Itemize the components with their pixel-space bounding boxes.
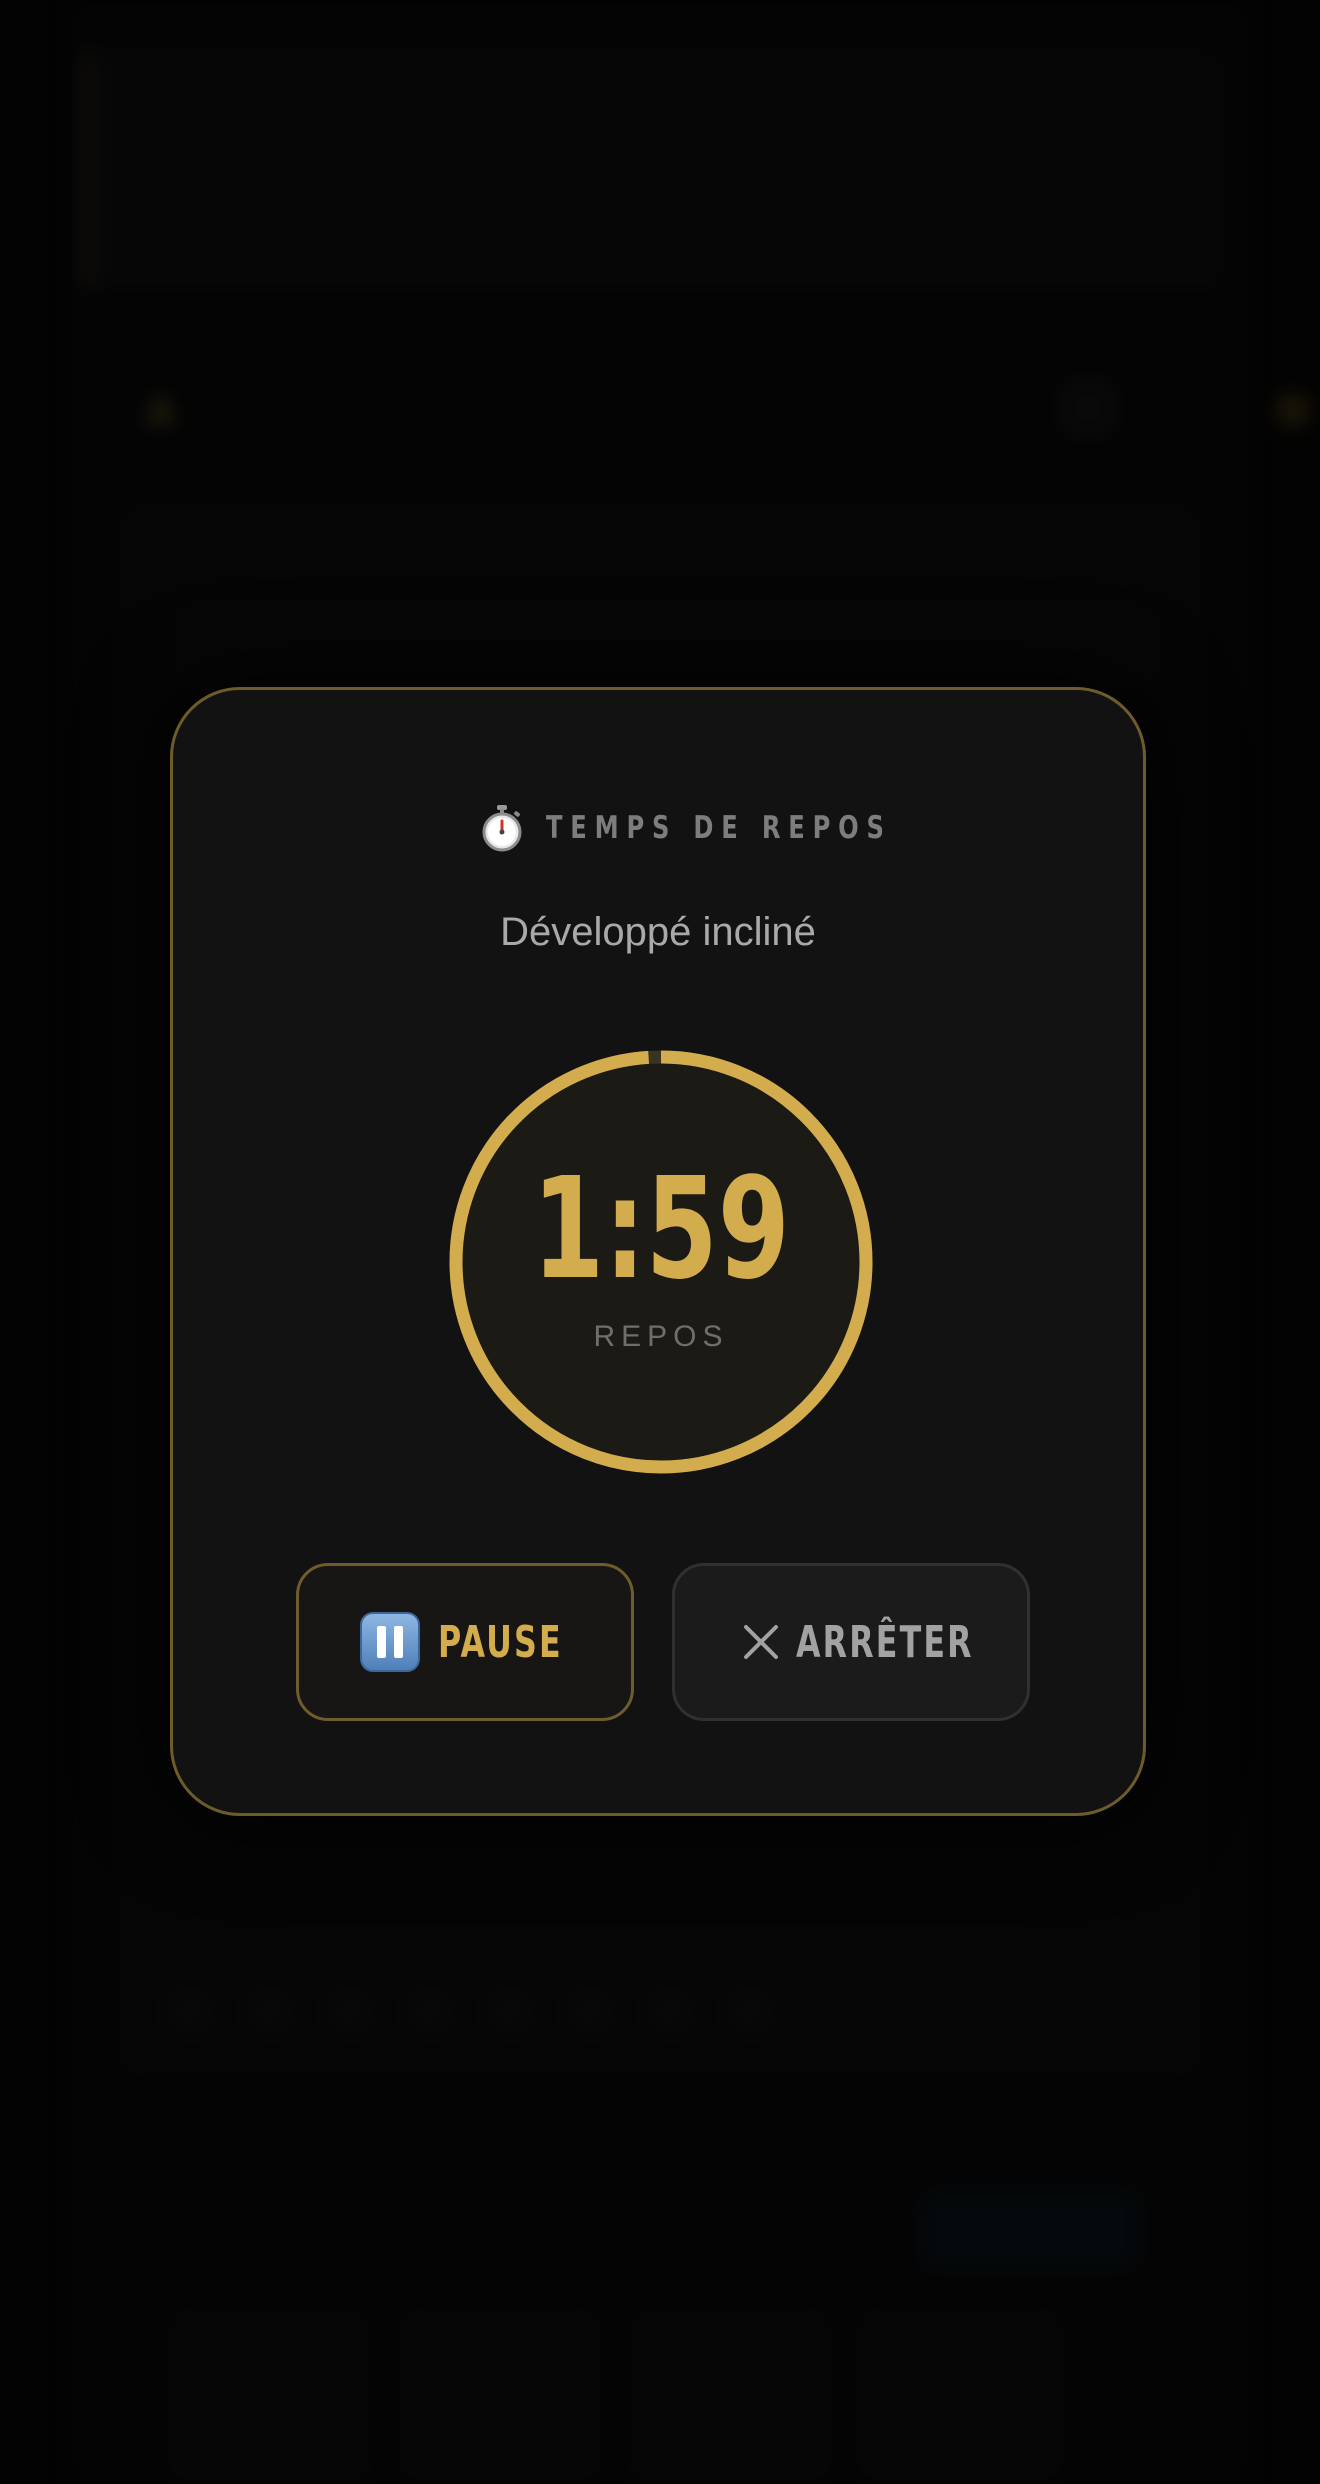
stop-button[interactable]: ARRÊTER [672, 1563, 1030, 1721]
timer-label: REPOS [593, 1320, 729, 1353]
timer-value: 1:59 [532, 1148, 790, 1311]
pause-button[interactable]: PAUSE [296, 1563, 634, 1721]
stop-button-label: ARRÊTER [795, 1616, 974, 1668]
pause-button-label: PAUSE [438, 1616, 563, 1668]
screen: ▲ TEMPS DE REPOS Développé incliné 1:59 … [0, 0, 1320, 2484]
close-icon [743, 1625, 778, 1659]
exercise-name: Développé incliné [500, 910, 816, 954]
pause-icon [360, 1612, 420, 1672]
stopwatch-icon [482, 805, 522, 852]
modal-header: TEMPS DE REPOS [173, 798, 1143, 858]
modal-title: TEMPS DE REPOS [546, 810, 892, 846]
rest-timer-modal: TEMPS DE REPOS Développé incliné 1:59 RE… [170, 687, 1146, 1816]
